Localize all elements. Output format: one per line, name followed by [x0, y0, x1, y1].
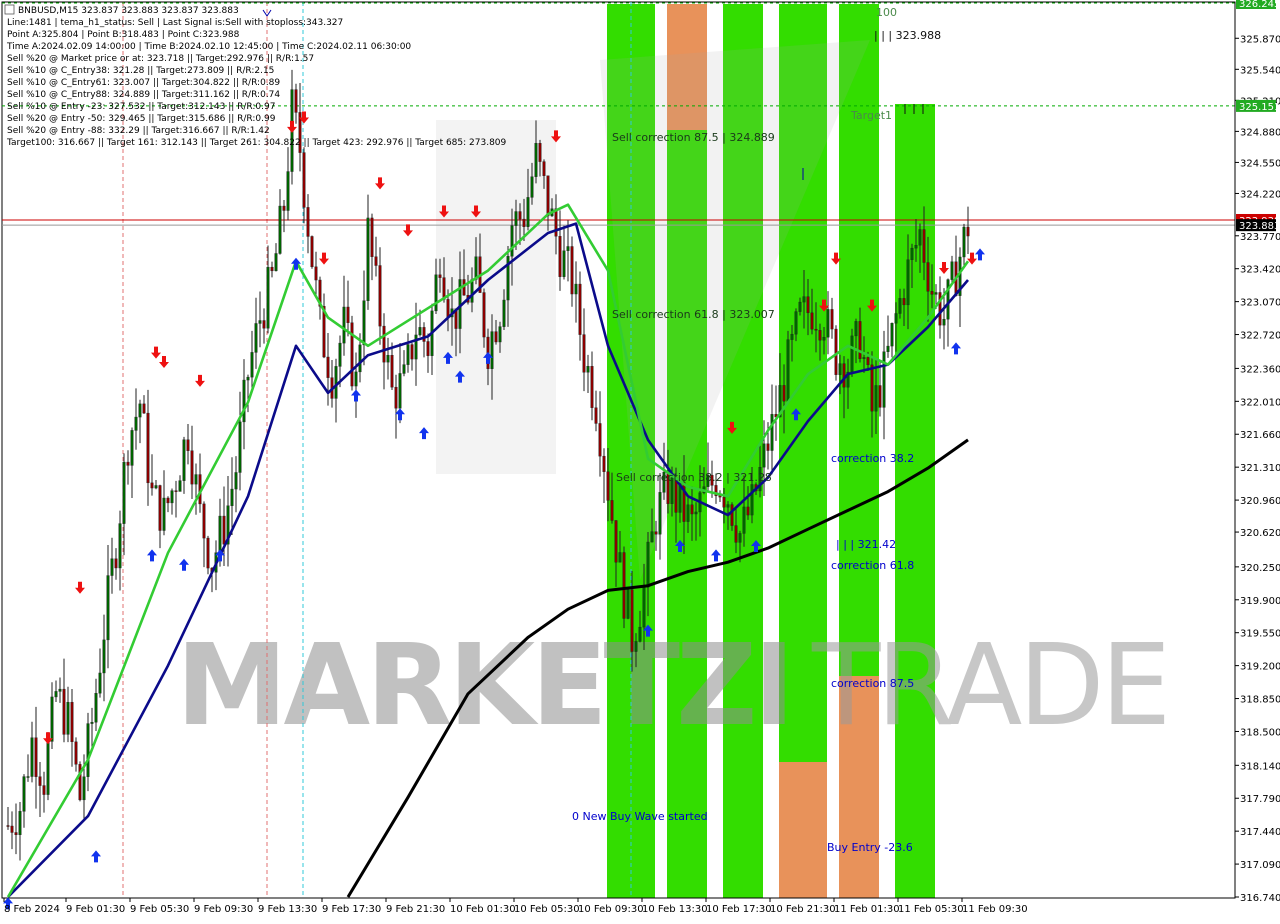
info-line: Sell %10 @ Entry -23: 327.532 || Target:…: [7, 102, 275, 112]
info-line: Sell %10 @ C_Entry88: 324.889 || Target:…: [7, 90, 280, 100]
annotation-level-32142: | | | 321.42: [836, 538, 896, 551]
price-tick-label: 324.550: [1240, 158, 1280, 169]
time-tick-label: 11 Feb 01:30: [834, 904, 900, 915]
chart-container: MARKETZI TRADE Sell correction 87.5 | 32…: [0, 0, 1280, 920]
tag-target-label: 325.151: [1239, 102, 1280, 113]
time-tick-label: 9 Feb 13:30: [258, 904, 317, 915]
annotation-level-323988: | | | 323.988: [874, 29, 941, 42]
price-tick-label: 323.420: [1240, 265, 1280, 276]
time-tick-label: 9 Feb 17:30: [322, 904, 381, 915]
annotation-correction-618: correction 61.8: [831, 559, 914, 572]
price-tick-label: 319.200: [1240, 662, 1280, 673]
price-tick-label: 318.500: [1240, 727, 1280, 738]
info-line: Sell %10 @ C_Entry61: 323.007 || Target:…: [7, 78, 280, 88]
time-tick-label: 11 Feb 05:30: [898, 904, 964, 915]
annotation-level-100: 100: [876, 6, 897, 19]
symbol-icon: [4, 4, 15, 15]
price-tick-label: 324.220: [1240, 189, 1280, 200]
tag-target: 325.151: [1236, 99, 1280, 113]
price-tick-label: 322.010: [1240, 397, 1280, 408]
candle: [350, 315, 354, 391]
annotation-sell-correction-875: Sell correction 87.5 | 324.889: [612, 131, 775, 144]
candle: [850, 328, 854, 377]
price-tick-label: 324.880: [1240, 127, 1280, 138]
time-tick-label: 10 Feb 05:30: [514, 904, 580, 915]
tag-current-label: 323.883: [1239, 221, 1280, 232]
price-tick-label: 321.310: [1240, 463, 1280, 474]
info-line: Time A:2024.02.09 14:00:00 | Time B:2024…: [6, 42, 411, 52]
annotation-new-buy-wave: 0 New Buy Wave started: [572, 810, 708, 823]
price-tick-label: 318.140: [1240, 761, 1280, 772]
info-line: Sell %20 @ Entry -50: 329.465 || Target:…: [7, 114, 276, 124]
price-chart[interactable]: MARKETZI TRADE Sell correction 87.5 | 32…: [0, 0, 1280, 920]
info-line: Point A:325.804 | Point B:318.483 | Poin…: [7, 30, 240, 40]
price-tick-label: 323.770: [1240, 232, 1280, 243]
price-tick-label: 317.790: [1240, 794, 1280, 805]
candle: [626, 589, 630, 620]
tag-top-label: 326.245: [1239, 0, 1280, 10]
time-tick-label: 9 Feb 01:30: [66, 904, 125, 915]
time-tick-label: 9 Feb 09:30: [194, 904, 253, 915]
info-line: BNBUSD,M15 323.837 323.883 323.837 323.8…: [18, 6, 239, 16]
watermark: MARKETZI TRADE: [176, 621, 1171, 751]
annotation-correction-382: correction 38.2: [831, 452, 914, 465]
price-tick-label: 321.660: [1240, 430, 1280, 441]
time-tick-label: 10 Feb 09:30: [578, 904, 644, 915]
price-tick-label: 320.620: [1240, 528, 1280, 539]
info-line: Sell %10 @ C_Entry38: 321.28 || Target:2…: [7, 66, 274, 76]
annotation-sell-correction-618: Sell correction 61.8 | 323.007: [612, 308, 775, 321]
price-tick-label: 325.540: [1240, 65, 1280, 76]
annotation-correction-875: correction 87.5: [831, 677, 914, 690]
price-tick-label: 322.360: [1240, 364, 1280, 375]
time-tick-label: 10 Feb 01:30: [450, 904, 516, 915]
candle: [78, 761, 82, 802]
price-tick-label: 317.440: [1240, 827, 1280, 838]
price-tick-label: 322.720: [1240, 331, 1280, 342]
info-line: Line:1481 | tema_h1_status: Sell | Last …: [7, 18, 343, 28]
price-tick-label: 318.850: [1240, 695, 1280, 706]
price-tick-label: 323.070: [1240, 298, 1280, 309]
tag-current: 323.883: [1236, 219, 1280, 232]
price-tick-label: 320.960: [1240, 496, 1280, 507]
time-tick-label: 11 Feb 09:30: [962, 904, 1028, 915]
price-tick-label: 317.090: [1240, 860, 1280, 871]
time-tick-label: 10 Feb 13:30: [642, 904, 708, 915]
time-tick-label: 8 Feb 2024: [4, 904, 60, 915]
price-tick-label: 316.740: [1240, 893, 1280, 904]
price-tick-label: 319.550: [1240, 629, 1280, 640]
annotation-buy-entry: Buy Entry -23.6: [827, 841, 913, 854]
info-line: Sell %20 @ Market price or at: 323.718 |…: [7, 54, 314, 64]
time-tick-label: 9 Feb 05:30: [130, 904, 189, 915]
candle: [786, 330, 790, 404]
info-line: Target100: 316.667 || Target 161: 312.14…: [6, 138, 507, 148]
tag-top: 326.245: [1236, 0, 1280, 10]
annotation-target1: Target1: [850, 109, 892, 122]
time-tick-label: 9 Feb 21:30: [386, 904, 445, 915]
zone-5: [779, 762, 827, 898]
candle: [310, 235, 314, 269]
watermark-part1: MARKETZI: [176, 621, 791, 751]
info-line: Sell %20 @ Entry -88: 332.29 || Target:3…: [7, 126, 270, 136]
price-tick-label: 319.900: [1240, 596, 1280, 607]
price-tick-label: 325.870: [1240, 34, 1280, 45]
time-tick-label: 10 Feb 17:30: [706, 904, 772, 915]
time-tick-label: 10 Feb 21:30: [770, 904, 836, 915]
zone-8: [895, 104, 935, 898]
annotation-sell-correction-382: Sell correction 38.2 | 321.28: [616, 471, 772, 484]
price-tick-label: 320.250: [1240, 563, 1280, 574]
zone-shade-left: [436, 120, 556, 474]
